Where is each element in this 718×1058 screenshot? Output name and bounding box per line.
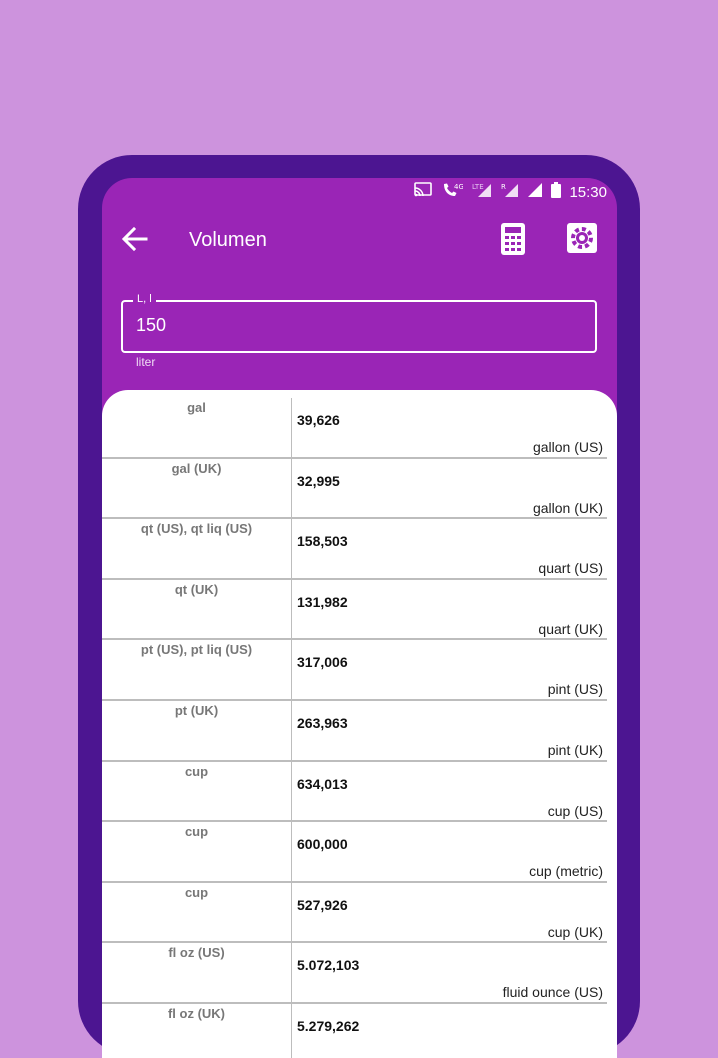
column-divider <box>291 458 292 520</box>
unit-name: quart (UK) <box>538 620 603 637</box>
converted-value: 131,982 <box>297 593 348 610</box>
unit-abbreviation: fl oz (UK) <box>167 1005 226 1021</box>
calculator-icon <box>501 223 525 255</box>
signal-icon <box>527 182 543 202</box>
converted-value: 527,926 <box>297 896 348 913</box>
lte-label: LTE <box>472 183 484 191</box>
conversion-row[interactable]: qt (US), qt liq (US) 158,503 quart (US) <box>102 519 617 580</box>
status-bar: 4G LTE R 15:30 <box>413 178 607 206</box>
converted-value: 317,006 <box>297 654 348 671</box>
converted-value: 5.072,103 <box>297 957 360 974</box>
unit-name: cup (US) <box>547 802 603 819</box>
conversion-row[interactable]: pt (US), pt liq (US) 317,006 pint (US) <box>102 640 617 701</box>
unit-abbreviation: cup <box>184 884 209 900</box>
unit-name: quart (US) <box>538 560 603 577</box>
back-button[interactable] <box>120 224 156 256</box>
column-divider <box>291 882 292 944</box>
conversion-row[interactable]: cup 527,926 cup (UK) <box>102 882 617 944</box>
column-divider <box>291 700 292 762</box>
conversion-row[interactable]: gal (UK) 32,995 gallon (UK) <box>102 458 617 520</box>
unit-abbreviation: cup <box>184 824 209 840</box>
cast-icon <box>413 182 433 202</box>
conversion-row[interactable]: qt (UK) 131,982 quart (UK) <box>102 579 617 641</box>
wifi-call-icon: 4G <box>441 182 464 202</box>
column-divider <box>291 579 292 641</box>
column-divider <box>291 1003 292 1058</box>
unit-name: fluid ounce (US) <box>502 984 603 1001</box>
conversion-row[interactable]: fl oz (US) 5.072,103 fluid ounce (US) <box>102 943 617 1004</box>
unit-abbreviation: pt (UK) <box>174 702 219 718</box>
converted-value: 600,000 <box>297 836 348 853</box>
unit-name: pint (UK) <box>547 741 603 758</box>
app-bar: Volumen <box>102 220 617 260</box>
settings-icon <box>567 223 597 253</box>
status-time: 15:30 <box>569 183 607 201</box>
unit-name: cup (UK) <box>547 923 603 940</box>
column-divider <box>291 822 292 883</box>
column-divider <box>291 640 292 701</box>
input-value[interactable]: 150 <box>136 315 166 336</box>
conversion-row[interactable]: pt (UK) 263,963 pint (UK) <box>102 700 617 762</box>
unit-abbreviation: gal <box>187 400 206 415</box>
unit-name: pint (US) <box>547 681 603 698</box>
conversion-card: gal 39,626 gallon (US) gal (UK) 32,995 gallon… <box>102 390 617 1058</box>
column-divider <box>291 761 292 823</box>
column-divider <box>291 398 292 459</box>
unit-abbreviation: cup <box>184 763 209 779</box>
converted-value: 634,013 <box>297 775 348 792</box>
settings-button[interactable] <box>566 222 600 258</box>
calculator-button[interactable] <box>500 222 530 258</box>
converted-value: 263,963 <box>297 714 348 731</box>
conversion-row[interactable]: cup 634,013 cup (US) <box>102 761 617 823</box>
input-label: L, l <box>133 293 156 305</box>
unit-name: gallon (US) <box>532 439 603 455</box>
unit-name: gallon (UK) <box>532 499 603 516</box>
arrow-left-icon <box>121 226 148 252</box>
unit-abbreviation: qt (US), qt liq (US) <box>140 521 253 537</box>
lte-signal-icon: LTE <box>471 182 493 202</box>
column-divider <box>291 943 292 1004</box>
unit-name: cup (metric) <box>529 863 603 880</box>
unit-abbreviation: qt (UK) <box>174 581 219 597</box>
page-title: Volumen <box>189 229 267 251</box>
converted-value: 32,995 <box>297 472 340 489</box>
liter-input[interactable]: L, l 150 <box>121 293 597 353</box>
unit-abbreviation: pt (US), pt liq (US) <box>140 642 253 658</box>
roaming-label: R <box>501 183 506 191</box>
unit-abbreviation: fl oz (US) <box>168 945 225 961</box>
input-helper-text: liter <box>136 355 156 369</box>
unit-abbreviation: gal (UK) <box>171 460 222 476</box>
roaming-signal-icon: R <box>501 182 519 202</box>
converted-value: 158,503 <box>297 533 348 550</box>
conversion-row[interactable]: fl oz (UK) 5.279,262 <box>102 1003 617 1058</box>
conversion-list: gal 39,626 gallon (US) gal (UK) 32,995 gallon… <box>102 398 617 1058</box>
battery-icon <box>551 182 562 202</box>
conversion-row[interactable]: cup 600,000 cup (metric) <box>102 822 617 883</box>
converted-value: 5.279,262 <box>297 1017 360 1034</box>
column-divider <box>291 519 292 580</box>
network-label: 4G <box>454 183 463 191</box>
app-screen: 4G LTE R 15:30 Volumen L, l 150 liter ga… <box>102 178 617 1058</box>
conversion-row[interactable]: gal 39,626 gallon (US) <box>102 398 617 459</box>
converted-value: 39,626 <box>297 412 340 428</box>
